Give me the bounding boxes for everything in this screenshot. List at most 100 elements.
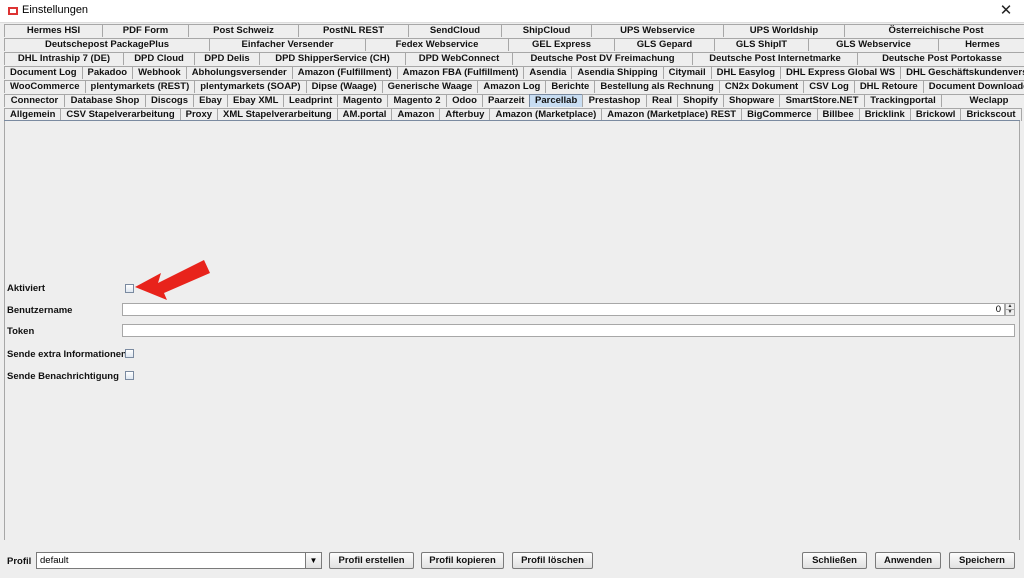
tab-row-4: Document Log Pakadoo Webhook Abholungsverse… bbox=[4, 66, 1024, 79]
profil-erstellen-button[interactable]: Profil erstellen bbox=[329, 552, 414, 569]
benutzername-label: Benutzername bbox=[7, 305, 73, 316]
benutzername-input[interactable]: 0 bbox=[122, 303, 1005, 316]
token-input[interactable] bbox=[122, 324, 1015, 337]
benutzername-spinner[interactable]: ▲ ▼ bbox=[1005, 303, 1015, 316]
schliessen-button[interactable]: Schließen bbox=[802, 552, 867, 569]
tab-row-3: DHL Intraship 7 (DE) DPD Cloud DPD Delis DP… bbox=[4, 52, 1024, 65]
spinner-down-icon[interactable]: ▼ bbox=[1006, 310, 1014, 315]
tab-hermes-hsi[interactable]: Hermes HSI bbox=[4, 24, 103, 37]
tab-gel-express[interactable]: GEL Express bbox=[508, 38, 615, 51]
tab-prestashop[interactable]: Prestashop bbox=[582, 94, 647, 107]
profil-select-value: default bbox=[40, 555, 69, 566]
tab-amazon-fulfillment[interactable]: Amazon (Fulfillment) bbox=[291, 66, 398, 79]
profil-loeschen-button[interactable]: Profil löschen bbox=[512, 552, 593, 569]
tab-amazon-fba-fulfillment[interactable]: Amazon FBA (Fulfillment) bbox=[396, 66, 525, 79]
chevron-down-icon[interactable]: ▼ bbox=[305, 553, 321, 568]
tab-deutsche-post-dv-freimachung[interactable]: Deutsche Post DV Freimachung bbox=[512, 52, 693, 65]
tab-database-shop[interactable]: Database Shop bbox=[64, 94, 146, 107]
tab-gls-webservice[interactable]: GLS Webservice bbox=[808, 38, 939, 51]
tab-cn2x-dokument[interactable]: CN2x Dokument bbox=[718, 80, 805, 93]
tab-asendia[interactable]: Asendia bbox=[523, 66, 573, 79]
tab-leadprint[interactable]: Leadprint bbox=[283, 94, 338, 107]
tab-berichte[interactable]: Berichte bbox=[545, 80, 596, 93]
tab-amazon-log[interactable]: Amazon Log bbox=[477, 80, 547, 93]
tab-real[interactable]: Real bbox=[646, 94, 678, 107]
tab-magento[interactable]: Magento bbox=[337, 94, 388, 107]
tab-generische-waage[interactable]: Generische Waage bbox=[381, 80, 479, 93]
tab-discogs[interactable]: Discogs bbox=[145, 94, 194, 107]
tab-ebay-xml[interactable]: Ebay XML bbox=[227, 94, 284, 107]
extra-info-label: Sende extra Informationen bbox=[7, 349, 127, 360]
tab-parcellab[interactable]: Parcellab bbox=[529, 94, 583, 107]
speichern-button[interactable]: Speichern bbox=[949, 552, 1015, 569]
tab-dpd-webconnect[interactable]: DPD WebConnect bbox=[405, 52, 513, 65]
tab-weclapp[interactable]: Weclapp bbox=[941, 94, 1024, 107]
tab-österreichische-post[interactable]: Österreichische Post bbox=[844, 24, 1024, 37]
benachrichtigung-checkbox[interactable] bbox=[125, 371, 134, 380]
tab-shopify[interactable]: Shopify bbox=[677, 94, 724, 107]
tab-csv-log[interactable]: CSV Log bbox=[803, 80, 855, 93]
tab-trackingportal[interactable]: Trackingportal bbox=[864, 94, 942, 107]
aktiviert-label: Aktiviert bbox=[7, 283, 46, 294]
tab-ups-worldship[interactable]: UPS Worldship bbox=[723, 24, 845, 37]
tab-citymail[interactable]: Citymail bbox=[662, 66, 712, 79]
red-arrow-annotation bbox=[135, 260, 210, 300]
tab-shipcloud[interactable]: ShipCloud bbox=[501, 24, 592, 37]
tab-dpd-delis[interactable]: DPD Delis bbox=[194, 52, 260, 65]
tab-dhl-express-global-ws[interactable]: DHL Express Global WS bbox=[780, 66, 902, 79]
tab-dpd-cloud[interactable]: DPD Cloud bbox=[123, 52, 195, 65]
tab-ups-webservice[interactable]: UPS Webservice bbox=[591, 24, 724, 37]
tab-deutschepost-packageplus[interactable]: Deutschepost PackagePlus bbox=[4, 38, 210, 51]
profil-select[interactable]: default ▼ bbox=[36, 552, 322, 569]
tab-shopware[interactable]: Shopware bbox=[723, 94, 780, 107]
tab-row-6: Connector Database Shop Discogs Ebay Ebay XM… bbox=[4, 94, 1024, 107]
tab-smartstore-net[interactable]: SmartStore.NET bbox=[779, 94, 865, 107]
tab-row-2: Deutschepost PackagePlus Einfacher Versen… bbox=[4, 38, 1024, 51]
tab-ebay[interactable]: Ebay bbox=[193, 94, 228, 107]
tab-paarzeit[interactable]: Paarzeit bbox=[482, 94, 530, 107]
app-icon bbox=[8, 7, 18, 15]
token-label: Token bbox=[7, 326, 35, 337]
tab-dhl-intraship-7-de[interactable]: DHL Intraship 7 (DE) bbox=[4, 52, 124, 65]
anwenden-button[interactable]: Anwenden bbox=[875, 552, 941, 569]
tab-woocommerce[interactable]: WooCommerce bbox=[4, 80, 86, 93]
tab-bestellung-als-rechnung[interactable]: Bestellung als Rechnung bbox=[594, 80, 720, 93]
settings-window: Einstellungen ✕ Hermes HSI PDF Form Post S… bbox=[0, 0, 1024, 578]
tab-document-downloader[interactable]: Document Downloader bbox=[922, 80, 1024, 93]
window-title: Einstellungen bbox=[22, 4, 89, 16]
tab-gls-gepard[interactable]: GLS Gepard bbox=[614, 38, 715, 51]
close-icon[interactable]: ✕ bbox=[996, 1, 1016, 21]
tab-dpd-shipperservice-ch[interactable]: DPD ShipperService (CH) bbox=[259, 52, 406, 65]
tab-sendcloud[interactable]: SendCloud bbox=[408, 24, 502, 37]
tab-document-log[interactable]: Document Log bbox=[4, 66, 83, 79]
tab-fedex-webservice[interactable]: Fedex Webservice bbox=[365, 38, 509, 51]
extra-info-checkbox[interactable] bbox=[125, 349, 134, 358]
tab-deutsche-post-portokasse[interactable]: Deutsche Post Portokasse bbox=[857, 52, 1024, 65]
tab-gls-shipit[interactable]: GLS ShipIT bbox=[714, 38, 809, 51]
tab-deutsche-post-internetmarke[interactable]: Deutsche Post Internetmarke bbox=[692, 52, 858, 65]
tab-row-1: Hermes HSI PDF Form Post Schweiz PostNL RES… bbox=[4, 24, 1024, 37]
profil-kopieren-button[interactable]: Profil kopieren bbox=[421, 552, 504, 569]
title-bar: Einstellungen ✕ bbox=[0, 0, 1024, 23]
tab-hermes[interactable]: Hermes bbox=[938, 38, 1024, 51]
tab-pakadoo[interactable]: Pakadoo bbox=[81, 66, 134, 79]
tab-plentymarkets-soap[interactable]: plentymarkets (SOAP) bbox=[194, 80, 307, 93]
tab-webhook[interactable]: Webhook bbox=[132, 66, 187, 79]
tab-dhl-easylog[interactable]: DHL Easylog bbox=[710, 66, 782, 79]
tab-dhl-geschäftskundenversand[interactable]: DHL Geschäftskundenversand bbox=[900, 66, 1024, 79]
tab-bar: Hermes HSI PDF Form Post Schweiz PostNL RES… bbox=[4, 24, 1024, 121]
tab-connector[interactable]: Connector bbox=[4, 94, 65, 107]
tab-abholungsversender[interactable]: Abholungsversender bbox=[185, 66, 293, 79]
tab-postnl-rest[interactable]: PostNL REST bbox=[298, 24, 409, 37]
tab-dhl-retoure[interactable]: DHL Retoure bbox=[853, 80, 924, 93]
tab-odoo[interactable]: Odoo bbox=[446, 94, 483, 107]
tab-plentymarkets-rest[interactable]: plentymarkets (REST) bbox=[84, 80, 196, 93]
tab-row-5: WooCommerce plentymarkets (REST) plentymar… bbox=[4, 80, 1024, 93]
benachrichtigung-label: Sende Benachrichtigung bbox=[7, 371, 119, 382]
tab-asendia-shipping[interactable]: Asendia Shipping bbox=[571, 66, 664, 79]
tab-einfacher-versender[interactable]: Einfacher Versender bbox=[209, 38, 366, 51]
tab-magento-2[interactable]: Magento 2 bbox=[387, 94, 447, 107]
tab-dipse-waage[interactable]: Dipse (Waage) bbox=[305, 80, 383, 93]
tab-post-schweiz[interactable]: Post Schweiz bbox=[188, 24, 299, 37]
tab-pdf-form[interactable]: PDF Form bbox=[102, 24, 189, 37]
